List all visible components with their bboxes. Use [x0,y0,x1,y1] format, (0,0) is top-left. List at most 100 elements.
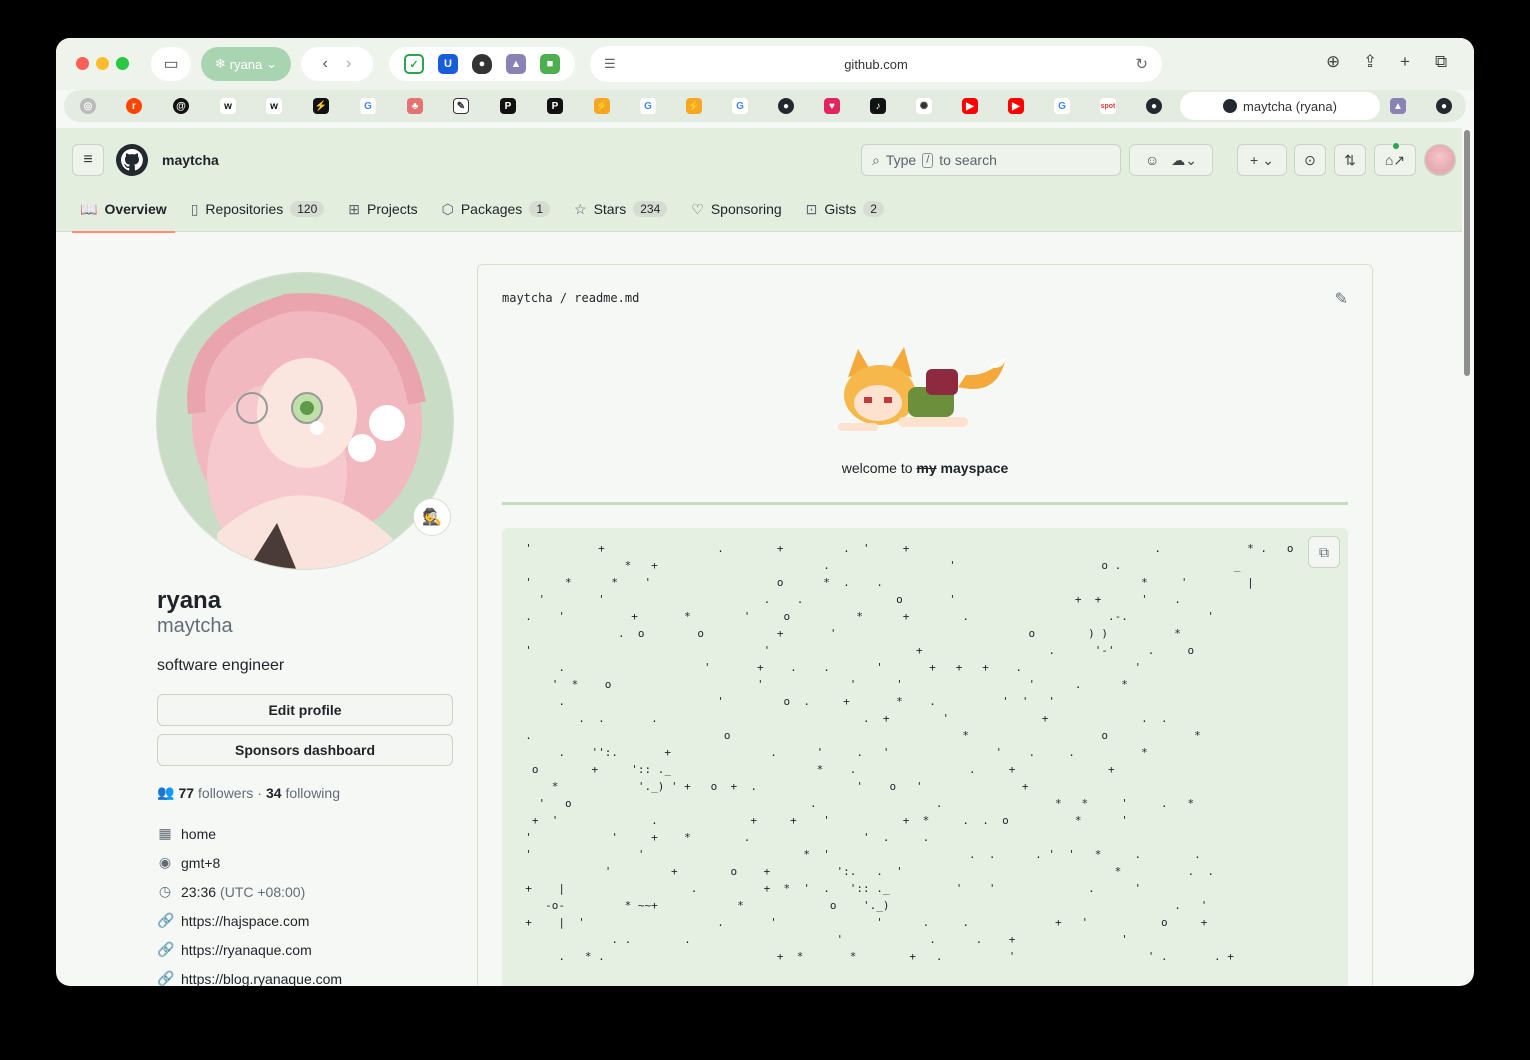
search-icon: ⌕ [872,151,880,168]
local-time-item: ◷ 23:36 (UTC +08:00) [157,883,305,900]
github-favicon-icon-2[interactable]: ● [1146,98,1162,114]
tab-sponsoring[interactable]: ♡ Sponsoring [683,186,789,232]
reddit-favicon-icon[interactable]: r [126,98,142,114]
wikipedia-favicon-icon-2[interactable]: w [266,98,282,114]
ascii-art-text: ' + . + . ' + . * . o * + . ' o . _ ' * … [525,542,1294,963]
compass-favicon-icon[interactable]: ◎ [80,98,96,114]
tab-projects[interactable]: ⊞ Projects [340,186,425,232]
link-text[interactable]: https://hajspace.com [181,913,309,929]
followers-count[interactable]: 77 [178,785,194,801]
copilot-icon[interactable]: ☺ [1145,152,1159,168]
downloads-icon[interactable]: ⊕ [1326,52,1340,72]
issues-icon[interactable]: ⊙ [1294,144,1326,176]
tab-overview-icon[interactable]: ⧉ [1435,52,1447,72]
link-text[interactable]: https://ryanaque.com [181,942,312,958]
copilot-group: ☺ ☁⌄ [1129,144,1213,176]
copy-icon[interactable]: ⧉ [1308,536,1340,568]
tab-packages[interactable]: ⬡ Packages 1 [434,186,558,232]
menu-icon[interactable]: ≡ [72,144,104,176]
app-favicon-icon[interactable]: ♣ [407,98,423,114]
tiktok-favicon-icon[interactable]: ♪ [870,98,886,114]
youtube-favicon-icon[interactable]: ▶ [962,98,978,114]
following-label[interactable]: following [286,785,340,801]
status-emoji-icon[interactable]: 🕵 [413,498,451,536]
zoom-window-button[interactable] [116,57,129,70]
tab-label: Projects [367,201,418,217]
shield-check-icon[interactable]: ✓ [404,54,424,74]
location-icon: ◉ [158,854,172,870]
google-favicon-icon-4[interactable]: G [1054,98,1070,114]
bitwarden-icon[interactable]: U [438,54,458,74]
google-favicon-icon-2[interactable]: G [640,98,656,114]
tab-overview[interactable]: 📖 Overview [72,186,175,233]
people-icon: 👥 [157,784,175,800]
spot-favicon-icon[interactable]: spot [1100,98,1116,114]
address-bar[interactable]: ☰ github.com ↻ [590,46,1162,82]
github-logo-icon[interactable] [116,144,148,176]
openai-favicon-icon[interactable]: ✺ [916,98,932,114]
cat-favicon-icon[interactable]: ▲ [1390,98,1406,114]
new-tab-icon[interactable]: + [1400,52,1410,72]
followers-label[interactable]: followers [198,785,253,801]
threads-favicon-icon[interactable]: @ [173,98,189,114]
user-avatar[interactable] [1424,144,1456,176]
google-favicon-icon[interactable]: G [360,98,376,114]
p-favicon-icon-2[interactable]: P [547,98,563,114]
github-favicon-icon[interactable]: ● [778,98,794,114]
readme-filename[interactable]: readme.md [574,291,639,305]
tab-gists[interactable]: ⊡ Gists 2 [798,186,892,232]
wikipedia-favicon-icon[interactable]: w [220,98,236,114]
active-tab[interactable]: maytcha (ryana) [1180,92,1380,120]
header-username[interactable]: maytcha [162,152,219,168]
code-square-icon: ⊡ [805,200,818,217]
link-text[interactable]: https://blog.ryanaque.com [181,971,342,987]
google-favicon-icon-3[interactable]: G [732,98,748,114]
link-icon: 🔗 [157,970,175,986]
back-icon[interactable]: ‹ [323,55,328,73]
profile-avatar[interactable] [156,272,454,570]
sidebar-toggle-icon[interactable]: ▭ [151,47,191,81]
github-favicon-icon-3[interactable]: ● [1436,98,1452,114]
p-favicon-icon[interactable]: P [500,98,516,114]
location-item: ◉ gmt+8 [157,854,220,871]
pencil-icon[interactable]: ✎ [1335,289,1348,309]
ublock-icon[interactable]: ● [472,54,492,74]
minimize-window-button[interactable] [96,57,109,70]
activity-favicon-icon[interactable]: ⚡ [313,98,329,114]
history-nav: ‹ › [301,47,373,81]
sponsors-dashboard-button[interactable]: Sponsors dashboard [157,734,453,766]
create-new-button[interactable]: + ⌄ [1237,144,1287,176]
youtube-favicon-icon-2[interactable]: ▶ [1008,98,1024,114]
pocket-favicon-icon[interactable]: ♥ [824,98,840,114]
fox-girl-image [838,347,1006,431]
tab-repositories[interactable]: ▯ Repositories 120 [183,186,333,232]
search-input[interactable]: ⌕ Type / to search [861,144,1121,176]
pull-requests-icon[interactable]: ⇅ [1334,144,1366,176]
cat-extension-icon[interactable]: ▲ [506,54,526,74]
readme-owner[interactable]: maytcha [502,291,553,305]
copilot-menu-icon[interactable]: ☁⌄ [1171,152,1197,169]
share-icon[interactable]: ⇪ [1363,52,1377,72]
path-separator: / [559,291,568,305]
readme-card: maytcha / readme.md ✎ welcome to my mays… [477,264,1373,986]
forward-icon[interactable]: › [346,55,351,73]
scrollbar[interactable] [1464,130,1470,376]
close-window-button[interactable] [76,57,89,70]
green-extension-icon[interactable]: ■ [540,54,560,74]
tab-stars[interactable]: ☆ Stars 234 [566,186,675,232]
plus-icon: + [1250,152,1259,168]
edit-favicon-icon[interactable]: ✎ [453,98,469,114]
github-header: ≡ maytcha ⌕ Type / to search ☺ ☁⌄ + ⌄ ⊙ … [56,128,1462,233]
github-icon [1223,99,1238,113]
orange-favicon-icon[interactable]: ⚡ [594,98,610,114]
following-count[interactable]: 34 [266,785,282,801]
edit-profile-button[interactable]: Edit profile [157,694,453,726]
reload-icon[interactable]: ↻ [1135,55,1148,73]
follow-stats: 👥 77 followers · 34 following [157,784,340,801]
chevron-down-icon: ⌄ [266,56,278,71]
profile-switcher[interactable]: ❄ ryana ⌄ [201,47,291,81]
tab-label: Packages [460,201,523,217]
tab-label: Stars [593,201,627,217]
orange-favicon-icon-2[interactable]: ⚡ [686,98,702,114]
page-settings-icon[interactable]: ☰ [604,56,616,72]
